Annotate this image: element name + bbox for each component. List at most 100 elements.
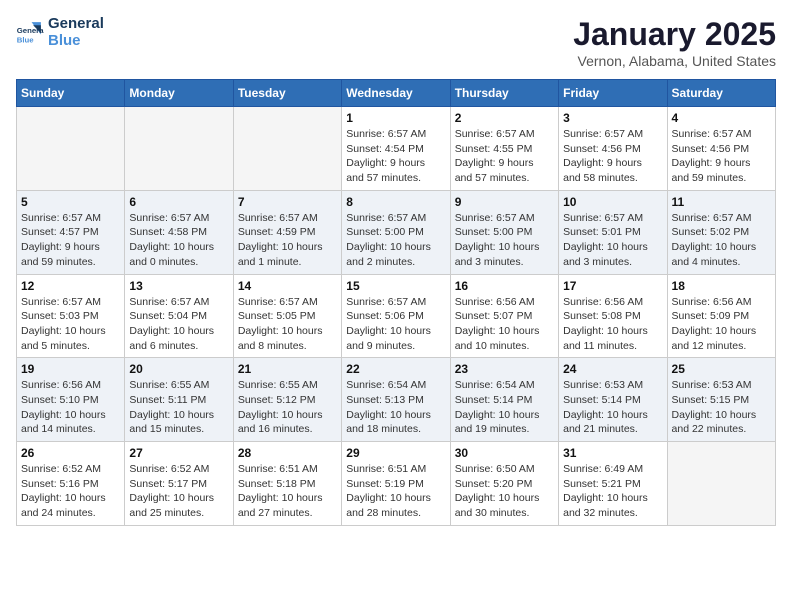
day-info: Sunrise: 6:57 AM Sunset: 4:57 PM Dayligh… <box>21 211 120 270</box>
calendar-cell: 16Sunrise: 6:56 AM Sunset: 5:07 PM Dayli… <box>450 274 558 358</box>
calendar-cell: 20Sunrise: 6:55 AM Sunset: 5:11 PM Dayli… <box>125 358 233 442</box>
day-number: 28 <box>238 446 337 460</box>
calendar-cell: 23Sunrise: 6:54 AM Sunset: 5:14 PM Dayli… <box>450 358 558 442</box>
day-number: 12 <box>21 279 120 293</box>
calendar-cell <box>125 107 233 191</box>
calendar-cell: 14 Sunrise: 6:57 AM Sunset: 5:05 PM Dayli… <box>233 274 341 358</box>
calendar-cell: 2 Sunrise: 6:57 AM Sunset: 4:55 PM Daylig… <box>450 107 558 191</box>
day-info: Sunrise: 6:57 AM Sunset: 4:56 PM Dayligh… <box>672 127 771 186</box>
page-header: General Blue General Blue January 2025 V… <box>16 16 776 69</box>
calendar-cell: 28Sunrise: 6:51 AM Sunset: 5:18 PM Dayli… <box>233 442 341 526</box>
day-number: 15 <box>346 279 445 293</box>
calendar-cell: 5 Sunrise: 6:57 AM Sunset: 4:57 PM Daylig… <box>17 190 125 274</box>
calendar-cell: 17 Sunrise: 6:56 AM Sunset: 5:08 PM Dayli… <box>559 274 667 358</box>
day-info: Sunrise: 6:57 AM Sunset: 4:56 PM Dayligh… <box>563 127 662 186</box>
week-row-3: 12 Sunrise: 6:57 AM Sunset: 5:03 PM Dayli… <box>17 274 776 358</box>
day-number: 31 <box>563 446 662 460</box>
calendar-cell: 25 Sunrise: 6:53 AM Sunset: 5:15 PM Dayli… <box>667 358 775 442</box>
day-number: 7 <box>238 195 337 209</box>
calendar-cell: 3Sunrise: 6:57 AM Sunset: 4:56 PM Daylig… <box>559 107 667 191</box>
calendar-cell: 21Sunrise: 6:55 AM Sunset: 5:12 PM Dayli… <box>233 358 341 442</box>
day-number: 8 <box>346 195 445 209</box>
calendar-header-row: Sunday Monday Tuesday Wednesday Thursday… <box>17 80 776 107</box>
day-info: Sunrise: 6:56 AM Sunset: 5:07 PM Dayligh… <box>455 295 554 354</box>
svg-text:Blue: Blue <box>17 35 35 44</box>
calendar-cell <box>17 107 125 191</box>
calendar-cell: 27Sunrise: 6:52 AM Sunset: 5:17 PM Dayli… <box>125 442 233 526</box>
calendar-cell: 4 Sunrise: 6:57 AM Sunset: 4:56 PM Daylig… <box>667 107 775 191</box>
calendar-cell: 9Sunrise: 6:57 AM Sunset: 5:00 PM Daylig… <box>450 190 558 274</box>
week-row-1: 1Sunrise: 6:57 AM Sunset: 4:54 PM Daylig… <box>17 107 776 191</box>
day-number: 22 <box>346 362 445 376</box>
calendar-cell: 6 Sunrise: 6:57 AM Sunset: 4:58 PM Daylig… <box>125 190 233 274</box>
day-info: Sunrise: 6:54 AM Sunset: 5:14 PM Dayligh… <box>455 378 554 437</box>
calendar-cell: 31 Sunrise: 6:49 AM Sunset: 5:21 PM Dayli… <box>559 442 667 526</box>
calendar-cell: 24 Sunrise: 6:53 AM Sunset: 5:14 PM Dayli… <box>559 358 667 442</box>
col-friday: Friday <box>559 80 667 107</box>
col-saturday: Saturday <box>667 80 775 107</box>
calendar-cell: 8 Sunrise: 6:57 AM Sunset: 5:00 PM Daylig… <box>342 190 450 274</box>
day-info: Sunrise: 6:57 AM Sunset: 5:06 PM Dayligh… <box>346 295 445 354</box>
col-monday: Monday <box>125 80 233 107</box>
day-number: 17 <box>563 279 662 293</box>
calendar-cell: 12 Sunrise: 6:57 AM Sunset: 5:03 PM Dayli… <box>17 274 125 358</box>
day-number: 14 <box>238 279 337 293</box>
day-info: Sunrise: 6:57 AM Sunset: 5:03 PM Dayligh… <box>21 295 120 354</box>
calendar-cell: 30Sunrise: 6:50 AM Sunset: 5:20 PM Dayli… <box>450 442 558 526</box>
day-info: Sunrise: 6:50 AM Sunset: 5:20 PM Dayligh… <box>455 462 554 521</box>
logo-blue: Blue <box>48 33 104 50</box>
calendar-cell: 7 Sunrise: 6:57 AM Sunset: 4:59 PM Daylig… <box>233 190 341 274</box>
day-info: Sunrise: 6:57 AM Sunset: 4:55 PM Dayligh… <box>455 127 554 186</box>
day-number: 13 <box>129 279 228 293</box>
day-info: Sunrise: 6:55 AM Sunset: 5:12 PM Dayligh… <box>238 378 337 437</box>
title-block: January 2025 Vernon, Alabama, United Sta… <box>573 16 776 69</box>
day-info: Sunrise: 6:56 AM Sunset: 5:08 PM Dayligh… <box>563 295 662 354</box>
day-number: 6 <box>129 195 228 209</box>
calendar-cell: 22Sunrise: 6:54 AM Sunset: 5:13 PM Dayli… <box>342 358 450 442</box>
day-info: Sunrise: 6:51 AM Sunset: 5:19 PM Dayligh… <box>346 462 445 521</box>
calendar-cell: 19Sunrise: 6:56 AM Sunset: 5:10 PM Dayli… <box>17 358 125 442</box>
day-info: Sunrise: 6:57 AM Sunset: 4:58 PM Dayligh… <box>129 211 228 270</box>
calendar-cell: 29 Sunrise: 6:51 AM Sunset: 5:19 PM Dayli… <box>342 442 450 526</box>
week-row-4: 19Sunrise: 6:56 AM Sunset: 5:10 PM Dayli… <box>17 358 776 442</box>
calendar-cell: 26Sunrise: 6:52 AM Sunset: 5:16 PM Dayli… <box>17 442 125 526</box>
day-number: 1 <box>346 111 445 125</box>
week-row-5: 26Sunrise: 6:52 AM Sunset: 5:16 PM Dayli… <box>17 442 776 526</box>
day-number: 24 <box>563 362 662 376</box>
day-number: 11 <box>672 195 771 209</box>
day-number: 26 <box>21 446 120 460</box>
day-info: Sunrise: 6:57 AM Sunset: 5:00 PM Dayligh… <box>346 211 445 270</box>
day-number: 29 <box>346 446 445 460</box>
day-info: Sunrise: 6:57 AM Sunset: 5:01 PM Dayligh… <box>563 211 662 270</box>
col-wednesday: Wednesday <box>342 80 450 107</box>
day-info: Sunrise: 6:57 AM Sunset: 5:00 PM Dayligh… <box>455 211 554 270</box>
day-info: Sunrise: 6:57 AM Sunset: 5:04 PM Dayligh… <box>129 295 228 354</box>
day-info: Sunrise: 6:52 AM Sunset: 5:17 PM Dayligh… <box>129 462 228 521</box>
day-number: 18 <box>672 279 771 293</box>
day-number: 20 <box>129 362 228 376</box>
day-info: Sunrise: 6:57 AM Sunset: 5:05 PM Dayligh… <box>238 295 337 354</box>
day-info: Sunrise: 6:49 AM Sunset: 5:21 PM Dayligh… <box>563 462 662 521</box>
day-info: Sunrise: 6:57 AM Sunset: 4:59 PM Dayligh… <box>238 211 337 270</box>
logo-icon: General Blue <box>16 19 44 47</box>
day-number: 10 <box>563 195 662 209</box>
location-subtitle: Vernon, Alabama, United States <box>573 53 776 69</box>
day-number: 25 <box>672 362 771 376</box>
col-thursday: Thursday <box>450 80 558 107</box>
week-row-2: 5 Sunrise: 6:57 AM Sunset: 4:57 PM Daylig… <box>17 190 776 274</box>
day-info: Sunrise: 6:56 AM Sunset: 5:09 PM Dayligh… <box>672 295 771 354</box>
day-number: 4 <box>672 111 771 125</box>
col-sunday: Sunday <box>17 80 125 107</box>
logo-general: General <box>48 16 104 33</box>
calendar-cell: 11 Sunrise: 6:57 AM Sunset: 5:02 PM Dayli… <box>667 190 775 274</box>
month-title: January 2025 <box>573 16 776 53</box>
day-info: Sunrise: 6:57 AM Sunset: 5:02 PM Dayligh… <box>672 211 771 270</box>
day-number: 2 <box>455 111 554 125</box>
day-info: Sunrise: 6:53 AM Sunset: 5:14 PM Dayligh… <box>563 378 662 437</box>
calendar-cell: 15 Sunrise: 6:57 AM Sunset: 5:06 PM Dayli… <box>342 274 450 358</box>
calendar-cell: 10 Sunrise: 6:57 AM Sunset: 5:01 PM Dayli… <box>559 190 667 274</box>
calendar-cell: 18 Sunrise: 6:56 AM Sunset: 5:09 PM Dayli… <box>667 274 775 358</box>
day-info: Sunrise: 6:53 AM Sunset: 5:15 PM Dayligh… <box>672 378 771 437</box>
day-number: 5 <box>21 195 120 209</box>
calendar-cell: 1Sunrise: 6:57 AM Sunset: 4:54 PM Daylig… <box>342 107 450 191</box>
